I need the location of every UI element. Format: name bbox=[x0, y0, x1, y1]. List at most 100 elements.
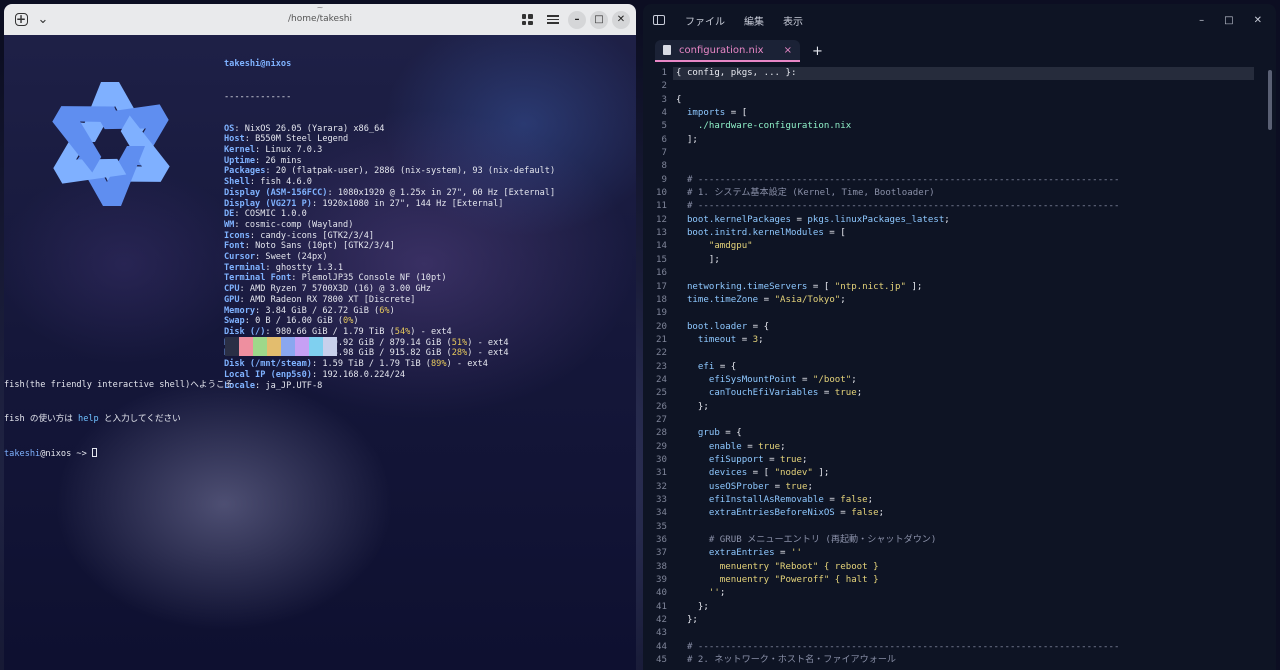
new-tab-button[interactable]: + bbox=[10, 9, 32, 31]
sidebar-toggle-icon[interactable] bbox=[653, 15, 665, 25]
code-line[interactable]: 9 # ------------------------------------… bbox=[643, 174, 1276, 187]
code-line[interactable]: 29 enable = true; bbox=[643, 441, 1276, 454]
code-line[interactable]: 34 extraEntriesBeforeNixOS = false; bbox=[643, 507, 1276, 520]
maximize-icon[interactable]: □ bbox=[1224, 15, 1233, 26]
code-line[interactable]: 17 networking.timeServers = [ "ntp.nict.… bbox=[643, 281, 1276, 294]
minimize-button[interactable]: – bbox=[568, 10, 586, 29]
tab-dropdown-button[interactable]: ⌄ bbox=[32, 9, 54, 31]
line-number: 37 bbox=[656, 548, 667, 559]
info-key: CPU bbox=[224, 284, 240, 295]
code-line[interactable]: 21 timeout = 3; bbox=[643, 334, 1276, 347]
code-line[interactable]: 6 ]; bbox=[643, 134, 1276, 147]
new-tab-button[interactable]: + bbox=[812, 44, 823, 59]
code-line[interactable]: 16 bbox=[643, 267, 1276, 280]
code-line[interactable]: 43 bbox=[643, 627, 1276, 640]
info-value: Noto Sans (10pt) [GTK2/3/4] bbox=[255, 241, 395, 252]
code-line[interactable]: 42 }; bbox=[643, 614, 1276, 627]
code-line[interactable]: 1 { config, pkgs, ... }: bbox=[643, 67, 1276, 81]
code-line[interactable]: 40 ''; bbox=[643, 587, 1276, 600]
code-line[interactable]: 14 "amdgpu" bbox=[643, 240, 1276, 253]
code-line[interactable]: 25 canTouchEfiVariables = true; bbox=[643, 387, 1276, 400]
tab-label: configuration.nix bbox=[679, 44, 764, 56]
line-number: 5 bbox=[661, 121, 667, 132]
code-line[interactable]: 23 efi = { bbox=[643, 361, 1276, 374]
code-line[interactable]: 41 }; bbox=[643, 601, 1276, 614]
close-icon[interactable]: ✕ bbox=[1254, 15, 1262, 26]
code-line[interactable]: 44 # -----------------------------------… bbox=[643, 641, 1276, 654]
editor-menu: ファイル 編集 表示 bbox=[685, 13, 803, 28]
code-line[interactable]: 15 ]; bbox=[643, 254, 1276, 267]
info-percent: 6% bbox=[379, 305, 390, 316]
color-swatch bbox=[295, 337, 309, 356]
hamburger-icon bbox=[547, 15, 559, 24]
line-number: 4 bbox=[661, 108, 667, 119]
menu-item[interactable]: 編集 bbox=[744, 13, 764, 28]
code-line[interactable]: 13 boot.initrd.kernelModules = [ bbox=[643, 227, 1276, 240]
code-line[interactable]: 45 # 2. ネットワーク・ホスト名・ファイアウォール bbox=[643, 654, 1276, 667]
code-line[interactable]: 18 time.timeZone = "Asia/Tokyo"; bbox=[643, 294, 1276, 307]
line-number: 44 bbox=[656, 641, 667, 652]
line-number: 14 bbox=[656, 241, 667, 252]
menu-item[interactable]: 表示 bbox=[783, 13, 803, 28]
code-line[interactable]: 3{ bbox=[643, 94, 1276, 107]
code-line[interactable]: 20 boot.loader = { bbox=[643, 321, 1276, 334]
code-line[interactable]: 12 boot.kernelPackages = pkgs.linuxPacka… bbox=[643, 214, 1276, 227]
info-value: ghostty 1.3.1 bbox=[275, 262, 344, 273]
code-line[interactable]: 4 imports = [ bbox=[643, 107, 1276, 120]
minimize-icon[interactable]: – bbox=[1199, 15, 1204, 26]
code-line[interactable]: 30 efiSupport = true; bbox=[643, 454, 1276, 467]
terminal-window[interactable]: + ⌄ ~ /home/takeshi – □ ✕ takeshi@nixos … bbox=[4, 4, 636, 670]
menu-button[interactable] bbox=[542, 9, 564, 31]
scrollbar[interactable] bbox=[1268, 70, 1272, 130]
tab-configuration-nix[interactable]: configuration.nix × bbox=[655, 40, 800, 62]
code-line[interactable]: 19 bbox=[643, 307, 1276, 320]
code-line[interactable]: 31 devices = [ "nodev" ]; bbox=[643, 467, 1276, 480]
info-key: Local IP (enp5s0) bbox=[224, 369, 312, 380]
tab-overview-button[interactable] bbox=[516, 9, 538, 31]
terminal-titlebar[interactable]: + ⌄ ~ /home/takeshi – □ ✕ bbox=[4, 4, 636, 35]
code-line[interactable]: 28 grub = { bbox=[643, 427, 1276, 440]
info-percent: 89% bbox=[430, 359, 447, 370]
info-key: Icons bbox=[224, 230, 250, 241]
tab-close-icon[interactable]: × bbox=[784, 45, 792, 56]
code-line[interactable]: 37 extraEntries = '' bbox=[643, 547, 1276, 560]
maximize-button[interactable]: □ bbox=[590, 10, 608, 29]
code-line[interactable]: 32 useOSProber = true; bbox=[643, 481, 1276, 494]
code-line[interactable]: 38 menuentry "Reboot" { reboot } bbox=[643, 561, 1276, 574]
info-value: COSMIC 1.0.0 bbox=[244, 209, 307, 220]
info-percent: 28% bbox=[451, 348, 468, 359]
code-text: }; bbox=[676, 401, 709, 412]
code-area[interactable]: 1{ config, pkgs, ... }: 2 3{4 imports = [5… bbox=[643, 67, 1276, 670]
close-button[interactable]: ✕ bbox=[612, 10, 630, 29]
code-line[interactable]: 27 bbox=[643, 414, 1276, 427]
chevron-down-icon: ⌄ bbox=[37, 12, 49, 27]
terminal-body[interactable]: takeshi@nixos ------------- OS: NixOS 26… bbox=[4, 35, 636, 670]
help-word: help bbox=[78, 414, 99, 425]
editor-titlebar[interactable]: ファイル 編集 表示 – □ ✕ bbox=[643, 4, 1276, 36]
code-line[interactable]: 2 bbox=[643, 80, 1276, 93]
code-line[interactable]: 33 efiInstallAsRemovable = false; bbox=[643, 494, 1276, 507]
info-key: OS bbox=[224, 123, 235, 134]
code-line[interactable]: 8 bbox=[643, 160, 1276, 173]
line-number: 13 bbox=[656, 228, 667, 239]
code-line[interactable]: 35 bbox=[643, 521, 1276, 534]
code-line[interactable]: 22 bbox=[643, 347, 1276, 360]
shell-welcome: fish(the friendly interactive shell)へようこ… bbox=[4, 379, 234, 390]
code-line[interactable]: 36 # GRUB メニューエントリ (再起動・シャットダウン) bbox=[643, 534, 1276, 547]
line-number: 8 bbox=[661, 161, 667, 172]
code-line[interactable]: 24 efiSysMountPoint = "/boot"; bbox=[643, 374, 1276, 387]
code-line[interactable]: 26 }; bbox=[643, 401, 1276, 414]
code-line[interactable]: 7 bbox=[643, 147, 1276, 160]
info-line: Display (VG271 P): 1920x1080 in 27", 144… bbox=[224, 198, 504, 209]
shell-prompt[interactable]: takeshi@nixos ~> bbox=[4, 448, 233, 460]
shell-output: fish(the friendly interactive shell)へようこ… bbox=[4, 357, 233, 483]
code-line[interactable]: 39 menuentry "Poweroff" { halt } bbox=[643, 574, 1276, 587]
code-text: # --------------------------------------… bbox=[676, 641, 1120, 652]
code-line[interactable]: 10 # 1. システム基本設定 (Kernel, Time, Bootload… bbox=[643, 187, 1276, 200]
editor-window[interactable]: ファイル 編集 表示 – □ ✕ configuration.nix × + 1 { … bbox=[643, 4, 1276, 670]
info-line: GPU: AMD Radeon RX 7800 XT [Discrete] bbox=[224, 294, 416, 305]
code-line[interactable]: 11 # -----------------------------------… bbox=[643, 200, 1276, 213]
menu-item[interactable]: ファイル bbox=[685, 13, 725, 28]
code-line[interactable]: 5 ./hardware-configuration.nix bbox=[643, 120, 1276, 133]
prompt-host: @nixos ~> bbox=[40, 449, 92, 460]
